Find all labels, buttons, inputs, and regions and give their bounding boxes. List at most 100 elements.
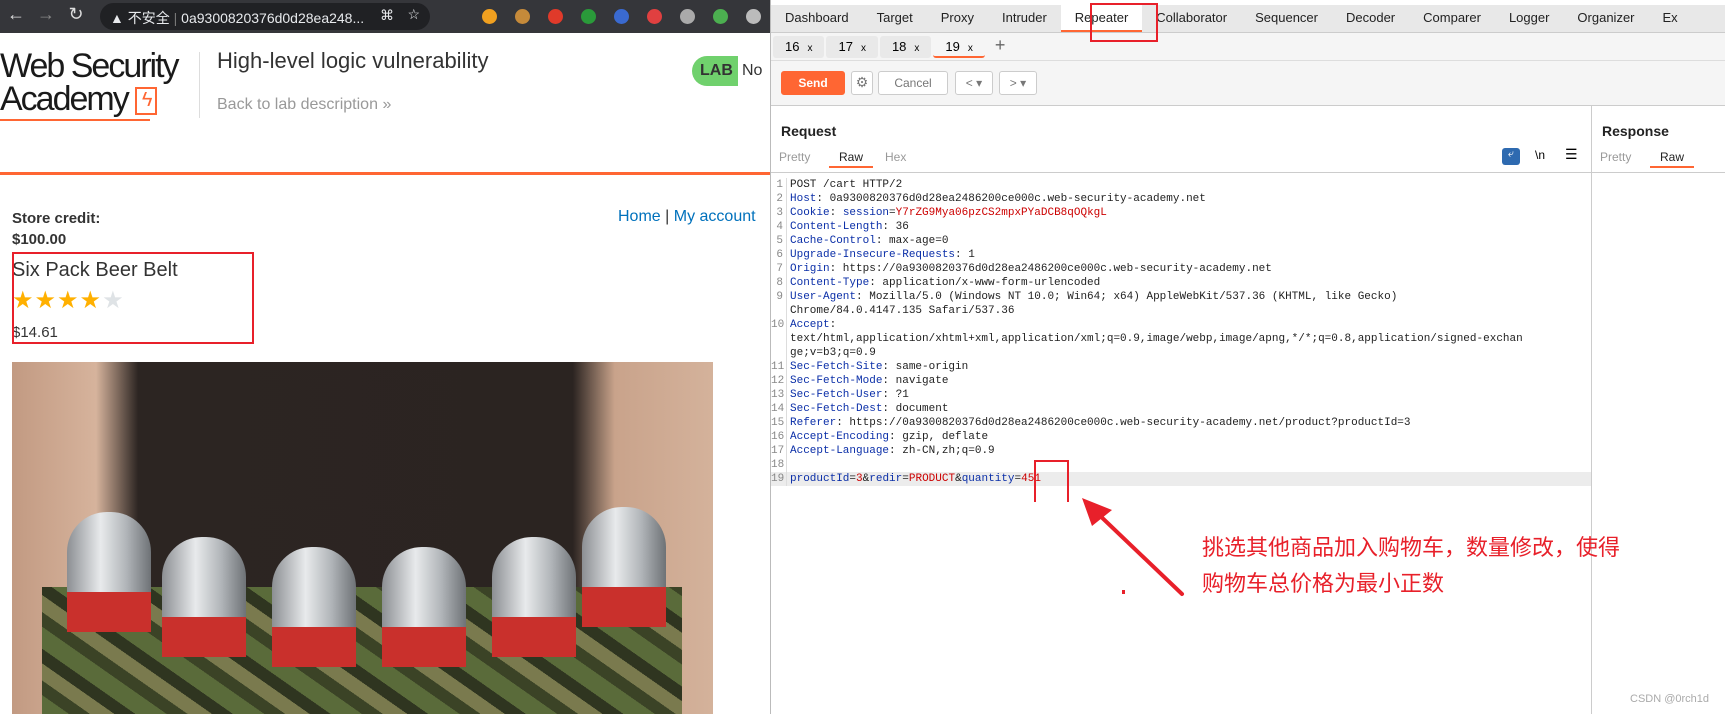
view-tab-raw[interactable]: Raw [829,150,874,168]
main-tab-comparer[interactable]: Comparer [1409,5,1495,32]
site-nav: Home | My account [618,208,756,226]
menu-icon[interactable]: ☰ [1565,146,1578,163]
url-text[interactable]: 0a9300820376d0d28ea248... [181,10,364,26]
my-account-link[interactable]: My account [674,208,756,225]
main-tab-ex[interactable]: Ex [1649,5,1692,32]
send-button[interactable]: Send [781,71,845,95]
address-bar[interactable]: ▲ 不安全 | 0a9300820376d0d28ea248... ⌘ ☆ [100,3,430,30]
forward-arrow-icon[interactable]: → [34,4,58,25]
extension-icon[interactable] [548,9,563,24]
main-tab-organizer[interactable]: Organizer [1563,5,1648,32]
annotation-box-repeater-tab [1090,3,1158,42]
burp-suite-window: Dashboard Target Proxy Intruder Repeater Coll… [770,0,1725,714]
code-text: : ?1 [882,389,909,401]
main-tab-logger[interactable]: Logger [1495,5,1563,32]
main-tab-proxy[interactable]: Proxy [927,5,988,32]
param-value: Y7rZG9Mya06pzCS2mpxPYaDCB8qOQkgL [895,207,1107,219]
repeater-tab-17[interactable]: 17 x [826,36,878,58]
code-text: : [829,207,843,219]
request-pane: Request Pretty Raw Hex ⤶ \n ☰ 1 POST /cart … [771,106,1591,714]
translate-icon[interactable]: ⌘ [380,7,394,24]
line-number: 18 [771,458,787,472]
header-name: quantity [961,473,1015,485]
close-icon[interactable]: x [968,43,973,54]
repeater-tab-19[interactable]: 19 x [933,36,985,58]
history-forward-button[interactable]: > ▾ [999,71,1037,95]
code-line: 4 Content-Length: 36 [771,220,1591,234]
main-tab-bar: Dashboard Target Proxy Intruder Repeater Coll… [771,5,1725,33]
close-icon[interactable]: x [861,43,866,54]
beer-can [67,512,151,632]
code-text: = [1014,473,1022,485]
view-tab-hex[interactable]: Hex [885,150,906,164]
web-security-academy-logo[interactable]: Web Security Academy ϟ [0,49,180,116]
repeater-tab-label: 17 [838,39,853,54]
wrap-lines-icon[interactable]: ⤶ [1502,148,1520,165]
close-icon[interactable]: x [807,43,812,54]
header-name: productId [790,473,850,485]
response-title: Response [1602,123,1669,139]
bookmark-star-icon[interactable]: ☆ [407,6,420,23]
repeater-toolbar: Send ⚙ Cancel < ▾ > ▾ [771,61,1725,106]
csdn-watermark: CSDN @0rch1d [1630,693,1710,705]
code-text: : 36 [882,221,909,233]
main-tab-target[interactable]: Target [863,5,927,32]
reload-icon[interactable]: ↻ [64,4,88,25]
line-number: 17 [771,444,787,458]
double-chevron-icon: » [382,96,392,113]
code-line: 5 Cache-Control: max-age=0 [771,234,1591,248]
repeater-tab-bar: 16 x 17 x 18 x 19 x + [771,33,1725,61]
home-link[interactable]: Home [618,208,661,225]
main-tab-sequencer[interactable]: Sequencer [1241,5,1332,32]
extension-icon[interactable] [746,9,761,24]
browser-toolbar: ← → ↻ ▲ 不安全 | 0a9300820376d0d28ea248... … [0,0,770,33]
main-tab-intruder[interactable]: Intruder [988,5,1061,32]
code-line: ge;v=b3;q=0.9 [771,346,1591,360]
cancel-button[interactable]: Cancel [878,71,948,95]
lab-label: LAB [700,62,733,79]
line-number [771,332,787,346]
header-name: Content-Length [790,221,883,233]
view-tab-pretty[interactable]: Pretty [1600,150,1631,164]
view-tab-pretty[interactable]: Pretty [779,150,810,164]
extension-icon[interactable] [614,9,629,24]
back-arrow-icon[interactable]: ← [4,4,28,25]
repeater-tab-label: 19 [945,39,960,54]
extension-icon[interactable] [713,9,728,24]
header-name: Cookie [790,207,830,219]
back-to-lab-link[interactable]: Back to lab description » [217,96,391,114]
main-tab-decoder[interactable]: Decoder [1332,5,1409,32]
code-text: : 0a9300820376d0d28ea2486200ce000c.web-s… [816,193,1206,205]
close-icon[interactable]: x [914,43,919,54]
response-pane: Response Pretty Raw [1591,106,1725,714]
main-tab-dashboard[interactable]: Dashboard [771,5,863,32]
product-image [12,362,713,714]
logo-bolt-icon: ϟ [135,87,158,116]
extension-icon[interactable] [515,9,530,24]
line-number: 12 [771,374,787,388]
newline-toggle[interactable]: \n [1535,148,1545,162]
code-line: 6 Upgrade-Insecure-Requests: 1 [771,248,1591,262]
extension-icon[interactable] [680,9,695,24]
line-number: 2 [771,192,787,206]
extension-icon[interactable] [482,9,497,24]
view-tab-raw[interactable]: Raw [1650,150,1695,168]
header-name: User-Agent [790,291,857,303]
line-number: 6 [771,248,787,262]
line-number [771,304,787,318]
history-back-button[interactable]: < ▾ [955,71,993,95]
gear-icon[interactable]: ⚙ [851,71,873,95]
repeater-tab-18[interactable]: 18 x [879,36,932,58]
header-name: Sec-Fetch-Dest [790,403,883,415]
extension-icon[interactable] [581,9,596,24]
line-number: 16 [771,430,787,444]
add-tab-icon[interactable]: + [995,35,1006,55]
request-title: Request [781,123,837,139]
beer-can [582,507,666,627]
header-name: Accept [790,319,830,331]
request-editor[interactable]: 1 POST /cart HTTP/2 2 Host: 0a9300820376d0d… [771,172,1591,486]
extension-icon[interactable] [647,9,662,24]
code-line: text/html,application/xhtml+xml,applicat… [771,332,1591,346]
back-label: < [965,76,973,90]
repeater-tab-16[interactable]: 16 x [773,36,825,58]
